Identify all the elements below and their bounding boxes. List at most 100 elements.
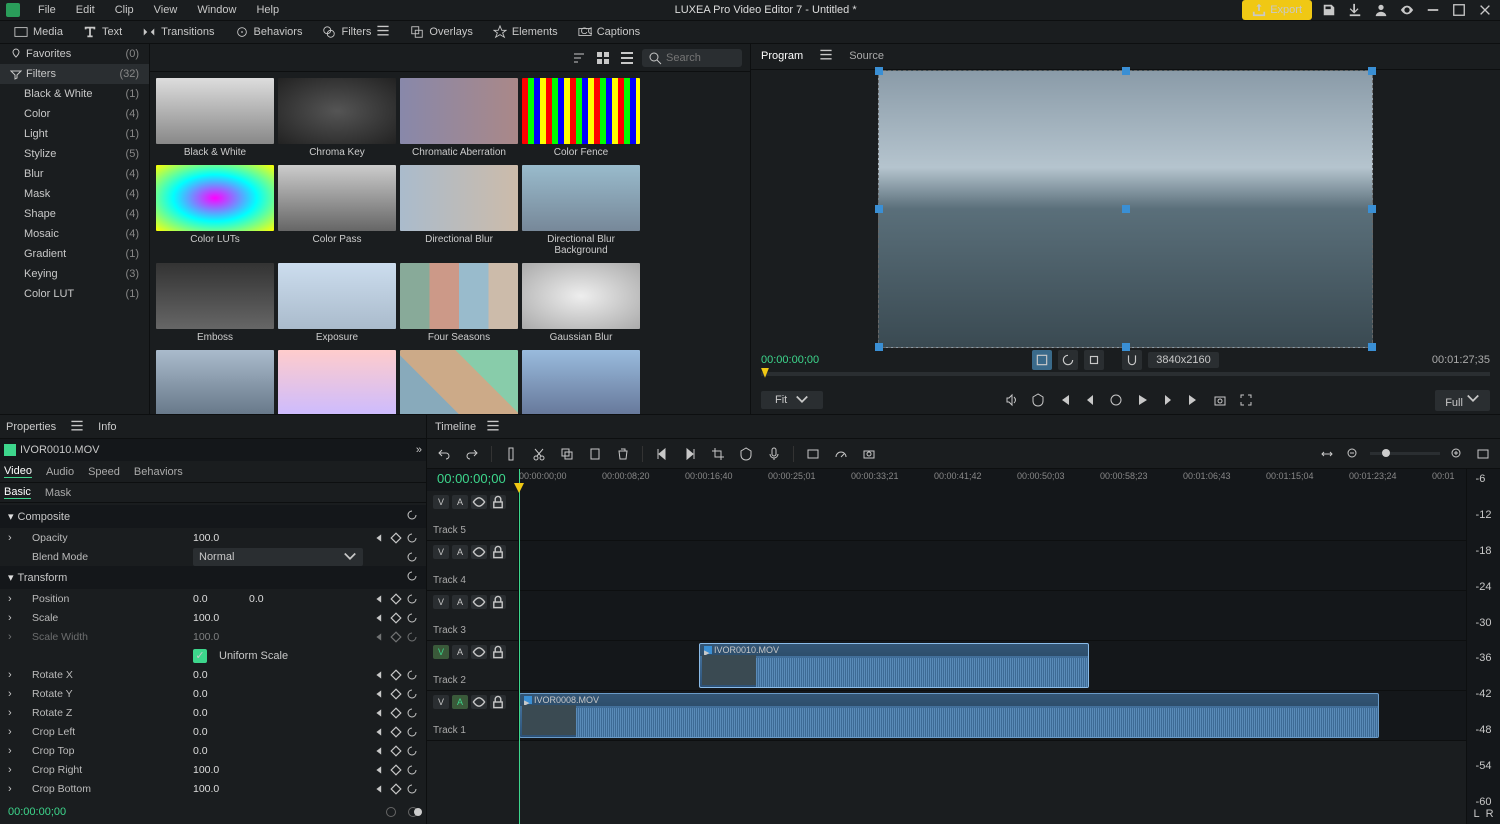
track-video-toggle[interactable]: V bbox=[433, 545, 449, 559]
timeline-zoom-slider[interactable] bbox=[1370, 452, 1440, 455]
sidebar-cat[interactable]: Mask(4) bbox=[0, 184, 149, 204]
prev-key-icon[interactable] bbox=[374, 532, 386, 544]
prev-key-icon[interactable] bbox=[374, 612, 386, 624]
tab-elements[interactable]: Elements bbox=[483, 21, 568, 43]
user-icon[interactable] bbox=[1372, 1, 1390, 19]
snapshot-icon[interactable] bbox=[1211, 391, 1229, 409]
preview-viewport[interactable] bbox=[751, 70, 1500, 348]
reset-icon[interactable] bbox=[406, 726, 418, 738]
menu-help[interactable]: Help bbox=[246, 0, 289, 20]
prev-key-icon[interactable] bbox=[374, 726, 386, 738]
track-audio-toggle[interactable]: A bbox=[452, 645, 468, 659]
filter-thumb[interactable]: Color Fence bbox=[522, 78, 640, 161]
track-lane[interactable] bbox=[519, 541, 1466, 590]
sidebar-cat[interactable]: Shape(4) bbox=[0, 204, 149, 224]
track-visibility-icon[interactable] bbox=[471, 545, 487, 559]
filter-thumb[interactable]: Hue Shift bbox=[278, 350, 396, 414]
tab-captions[interactable]: CCCaptions bbox=[568, 21, 650, 43]
track-audio-toggle[interactable]: A bbox=[452, 545, 468, 559]
minimize-icon[interactable] bbox=[1424, 1, 1442, 19]
subtab-video[interactable]: Video bbox=[4, 465, 32, 478]
prev-key-icon[interactable] bbox=[374, 764, 386, 776]
filter-thumb[interactable]: Directional Blur Background bbox=[522, 165, 640, 259]
add-key-icon[interactable] bbox=[390, 726, 402, 738]
filter-thumb[interactable]: Chroma Key bbox=[278, 78, 396, 161]
track-lane[interactable] bbox=[519, 491, 1466, 540]
tab-transitions[interactable]: Transitions bbox=[132, 21, 224, 43]
sidebar-cat[interactable]: Color LUT(1) bbox=[0, 284, 149, 304]
paste-icon[interactable] bbox=[586, 445, 604, 463]
expand-icon[interactable]: » bbox=[416, 444, 422, 456]
timeline-ruler[interactable]: 00:00:00;00 00:00:00;0000:00:08;2000:00:… bbox=[427, 469, 1466, 491]
search-box[interactable] bbox=[642, 49, 742, 67]
blend-mode-dropdown[interactable]: Normal bbox=[193, 548, 363, 566]
prev-clip-icon[interactable] bbox=[1055, 391, 1073, 409]
prev-key-icon[interactable] bbox=[374, 688, 386, 700]
prev-frame-icon[interactable] bbox=[1081, 391, 1099, 409]
track-video-toggle[interactable]: V bbox=[433, 495, 449, 509]
fullscreen-icon[interactable] bbox=[1237, 391, 1255, 409]
subtab-speed[interactable]: Speed bbox=[88, 466, 120, 478]
track-lane[interactable]: ▸IVOR0010.MOV bbox=[519, 641, 1466, 690]
sidebar-cat[interactable]: Mosaic(4) bbox=[0, 224, 149, 244]
menu-clip[interactable]: Clip bbox=[105, 0, 144, 20]
reset-icon[interactable] bbox=[406, 612, 418, 624]
section-composite[interactable]: ▾ Composite bbox=[0, 505, 426, 528]
track-lane[interactable]: ▸IVOR0008.MOV bbox=[519, 691, 1466, 740]
snap-tool-icon[interactable] bbox=[1122, 350, 1142, 370]
close-icon[interactable] bbox=[1476, 1, 1494, 19]
preview-scrubber[interactable] bbox=[761, 372, 1490, 376]
filter-thumb[interactable]: Light EQ™ bbox=[522, 350, 640, 414]
rotate-tool-icon[interactable] bbox=[1058, 350, 1078, 370]
timeline-view-icon[interactable] bbox=[1474, 445, 1492, 463]
sort-icon[interactable] bbox=[570, 49, 588, 67]
fit-timeline-icon[interactable] bbox=[1318, 445, 1336, 463]
track-lock-icon[interactable] bbox=[490, 695, 506, 709]
reset-icon[interactable] bbox=[406, 745, 418, 757]
prev-key-icon[interactable] bbox=[374, 707, 386, 719]
add-key-icon[interactable] bbox=[390, 688, 402, 700]
split-icon[interactable] bbox=[502, 445, 520, 463]
prev-key-icon[interactable] bbox=[374, 783, 386, 795]
track-visibility-icon[interactable] bbox=[471, 645, 487, 659]
download-icon[interactable] bbox=[1346, 1, 1364, 19]
video-frame[interactable] bbox=[878, 70, 1373, 348]
next-clip-icon[interactable] bbox=[1185, 391, 1203, 409]
zoom-out-icon[interactable] bbox=[1344, 445, 1362, 463]
subsub-basic[interactable]: Basic bbox=[4, 486, 31, 499]
add-key-icon[interactable] bbox=[390, 745, 402, 757]
filter-thumb[interactable]: Directional Blur bbox=[400, 165, 518, 259]
copy-icon[interactable] bbox=[558, 445, 576, 463]
cut-icon[interactable] bbox=[530, 445, 548, 463]
sidebar-cat[interactable]: Keying(3) bbox=[0, 264, 149, 284]
track-lane[interactable] bbox=[519, 591, 1466, 640]
reset-icon[interactable] bbox=[406, 688, 418, 700]
add-key-icon[interactable] bbox=[390, 593, 402, 605]
timeline-clip[interactable]: ▸IVOR0008.MOV bbox=[519, 693, 1379, 738]
render-icon[interactable] bbox=[804, 445, 822, 463]
sidebar-cat[interactable]: Black & White(1) bbox=[0, 84, 149, 104]
subsub-mask[interactable]: Mask bbox=[45, 487, 71, 499]
menu-view[interactable]: View bbox=[144, 0, 188, 20]
maximize-icon[interactable] bbox=[1450, 1, 1468, 19]
track-audio-toggle[interactable]: A bbox=[452, 595, 468, 609]
menu-edit[interactable]: Edit bbox=[66, 0, 105, 20]
filter-thumb[interactable]: Emboss bbox=[156, 263, 274, 346]
tab-media[interactable]: Media bbox=[4, 21, 73, 43]
view-list-icon[interactable] bbox=[618, 49, 636, 67]
preview-tab-source[interactable]: Source bbox=[849, 50, 884, 62]
transform-tool-icon[interactable] bbox=[1084, 350, 1104, 370]
reset-icon[interactable] bbox=[406, 669, 418, 681]
track-video-toggle[interactable]: V bbox=[433, 695, 449, 709]
filter-thumb[interactable]: Four Seasons bbox=[400, 263, 518, 346]
track-lock-icon[interactable] bbox=[490, 645, 506, 659]
reset-icon[interactable] bbox=[406, 764, 418, 776]
filter-thumb[interactable]: Jigsaw bbox=[400, 350, 518, 414]
add-key-icon[interactable] bbox=[390, 707, 402, 719]
track-visibility-icon[interactable] bbox=[471, 595, 487, 609]
mark-in-icon[interactable] bbox=[653, 445, 671, 463]
play-button[interactable] bbox=[1133, 391, 1151, 409]
audio-icon[interactable] bbox=[1003, 391, 1021, 409]
prev-key-icon[interactable] bbox=[374, 593, 386, 605]
reset-icon[interactable] bbox=[406, 593, 418, 605]
